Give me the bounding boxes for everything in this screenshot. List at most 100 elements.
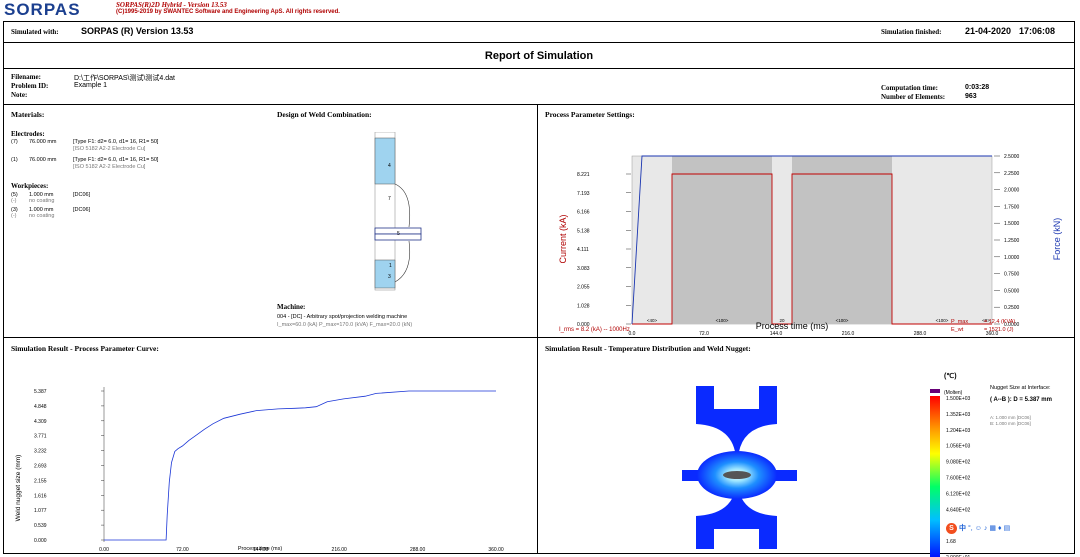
current-tick-label: 6.166 — [577, 210, 590, 216]
lower-electrode-tip — [394, 240, 410, 283]
temperature-tick-label: 4.640E+02 — [946, 507, 971, 513]
nugget-size-title: Nugget Size at Interface: — [990, 385, 1051, 391]
logo-text: SORPAS — [4, 0, 81, 19]
force-tick-label: 1.5000 — [1004, 221, 1020, 227]
version-line: SORPAS(R)2D Hybrid - Version 13.53 — [116, 1, 227, 9]
curve-plot-area: 5.387 4.848 4.309 3.771 3.232 2.693 2.155 1.616… — [34, 387, 504, 553]
temperature-tick-label: 1.500E+03 — [946, 396, 971, 402]
label-workpiece-3: 3 — [388, 274, 391, 280]
sogou-ime-icon[interactable]: S — [946, 522, 957, 534]
segment-label: <100> — [716, 318, 729, 323]
current-tick-label: 1.028 — [577, 303, 590, 309]
molten-swatch — [930, 389, 940, 393]
current-tick-label: 4.111 — [577, 247, 589, 253]
temperature-tick-label: 1.204E+03 — [946, 428, 971, 434]
curve-time-tick: 72.00 — [176, 547, 189, 553]
ime-toolbar[interactable]: S 中 °, ☺ ♪ ▦ ♦ ▤ — [946, 521, 1011, 535]
temperature-tick-label: 1.056E+03 — [946, 444, 971, 450]
design-title: Design of Weld Combination: — [277, 110, 372, 119]
current-tick-label: 3.083 — [577, 266, 590, 272]
segment-label: <40> — [647, 318, 658, 323]
materials-title: Materials: — [11, 110, 45, 119]
curve-time-tick: 288.00 — [410, 547, 426, 553]
label-electrode-7: 7 — [388, 196, 391, 202]
temperature-tick-label: 1.352E+03 — [946, 412, 971, 418]
finished-date: 21-04-2020 — [965, 26, 1012, 36]
nugget-size-series-line — [104, 390, 496, 541]
current-tick-label: 7.193 — [577, 191, 590, 197]
upper-electrode-tip — [394, 183, 410, 228]
machine-line1: 004 - [DC] - Arbitrary spot/projection w… — [277, 314, 408, 320]
sheet-a-info: A: 1.000 mm [DC06] — [990, 415, 1031, 420]
time-tick-label: 288.0 — [914, 331, 927, 336]
process-plot-area: 8.221 7.193 6.166 5.138 4.111 3.083 2.055 1.028… — [577, 154, 1020, 336]
problem-value: Example 1 — [74, 82, 108, 89]
current-axis-label: Current (kA) — [558, 214, 568, 263]
skin-icon[interactable]: ♦ — [998, 525, 1002, 532]
force-axis-label: Force (kN) — [1052, 218, 1062, 261]
force-tick-label: 2.5000 — [1004, 154, 1020, 160]
list-item: (1) 76.000 mm [Type F1: d2= 6.0, d1= 16,… — [11, 157, 159, 170]
nugget-tick-label: 1.616 — [34, 493, 47, 499]
temperature-tick-label: 7.600E+02 — [946, 476, 971, 482]
force-tick-label: 0.2500 — [1004, 305, 1020, 311]
pmax-label: P_max — [951, 319, 968, 325]
comp-time-label: Computation time: — [881, 84, 938, 92]
nugget-tick-label: 3.771 — [34, 434, 47, 440]
report-title: Report of Simulation — [484, 50, 594, 62]
force-tick-label: 1.0000 — [1004, 255, 1020, 261]
workpieces-title: Workpieces: — [11, 182, 49, 190]
finished-label: Simulation finished: — [881, 28, 942, 36]
force-tick-label: 0.5000 — [1004, 288, 1020, 294]
weld-combination-drawing: 4 7 5 1 3 — [374, 132, 422, 291]
curve-time-tick: 0.00 — [99, 547, 109, 553]
time-tick-label: 72.0 — [699, 331, 709, 336]
curve-time-tick: 360.00 — [488, 547, 504, 553]
weld-zone — [792, 156, 892, 324]
pmax-value: = 12.4 (KVA) — [984, 319, 1015, 325]
nugget-tick-label: 0.000 — [34, 538, 47, 544]
elements-label: Number of Elements: — [881, 93, 946, 101]
list-item: (5) 1.000 mm [DC06] (-) no coating — [11, 192, 91, 204]
nugget-tick-label: 4.309 — [34, 419, 47, 425]
filename-label: Filename: — [11, 73, 41, 81]
report-frame: Simulated with: SORPAS (R) Version 13.53… — [3, 21, 1075, 557]
irms-value: I_rms = 8.2 (kA) -- 1000Hz — [559, 327, 630, 333]
microphone-icon[interactable]: ♪ — [984, 525, 988, 532]
nugget-tick-label: 2.155 — [34, 478, 47, 484]
current-tick-label: 8.221 — [577, 172, 590, 178]
finished-time: 17:06:08 — [1019, 26, 1056, 36]
weld-zone — [672, 156, 772, 324]
toolbox-icon[interactable]: ▤ — [1004, 524, 1011, 532]
list-item: (7) 76.000 mm [Type F1: d2= 6.0, d1= 16,… — [11, 139, 159, 152]
process-chart: 8.221 7.193 6.166 5.138 4.111 3.083 2.055 1.028… — [558, 154, 1062, 336]
segment-label: <100> — [936, 318, 949, 323]
upper-electrode — [374, 137, 396, 185]
temperature-field — [682, 386, 797, 549]
machine-title: Machine: — [277, 303, 306, 311]
temp-unit: (℃) — [944, 372, 957, 380]
punctuation-icon[interactable]: °, — [968, 525, 973, 532]
temperature-tick-label: 9.080E+02 — [946, 460, 971, 466]
electrode-list: (7) 76.000 mm [Type F1: d2= 6.0, d1= 16,… — [11, 139, 271, 175]
curve-time-tick: 216.00 — [332, 547, 348, 553]
comp-time-value: 0:03:28 — [965, 84, 990, 91]
lower-electrode — [374, 259, 396, 289]
temperature-tick-label: 1.68 — [946, 539, 956, 545]
workpiece-list: (5) 1.000 mm [DC06] (-) no coating (3) 1… — [11, 192, 271, 222]
simulated-with-label: Simulated with: — [11, 28, 59, 36]
keyboard-icon[interactable]: ▦ — [989, 524, 996, 532]
copyright-line: (C)1995-2019 by SWANTEC Software and Eng… — [116, 9, 340, 15]
nugget-size-axis-label: Weld nugget size (mm) — [15, 455, 22, 522]
emoji-icon[interactable]: ☺ — [975, 525, 982, 532]
process-title: Process Parameter Settings: — [545, 110, 635, 119]
segment-label: <100> — [836, 318, 849, 323]
nugget-tick-label: 4.848 — [34, 404, 47, 410]
ime-lang[interactable]: 中 — [959, 523, 966, 533]
nugget-tick-label: 0.539 — [34, 523, 47, 529]
nugget-tick-label: 5.387 — [34, 389, 47, 395]
ewt-value: = 1521.0 (J) — [984, 327, 1014, 333]
curve-title: Simulation Result - Process Parameter Cu… — [11, 344, 159, 353]
time-tick-label: 144.0 — [770, 331, 783, 336]
current-tick-label: 2.055 — [577, 285, 590, 291]
